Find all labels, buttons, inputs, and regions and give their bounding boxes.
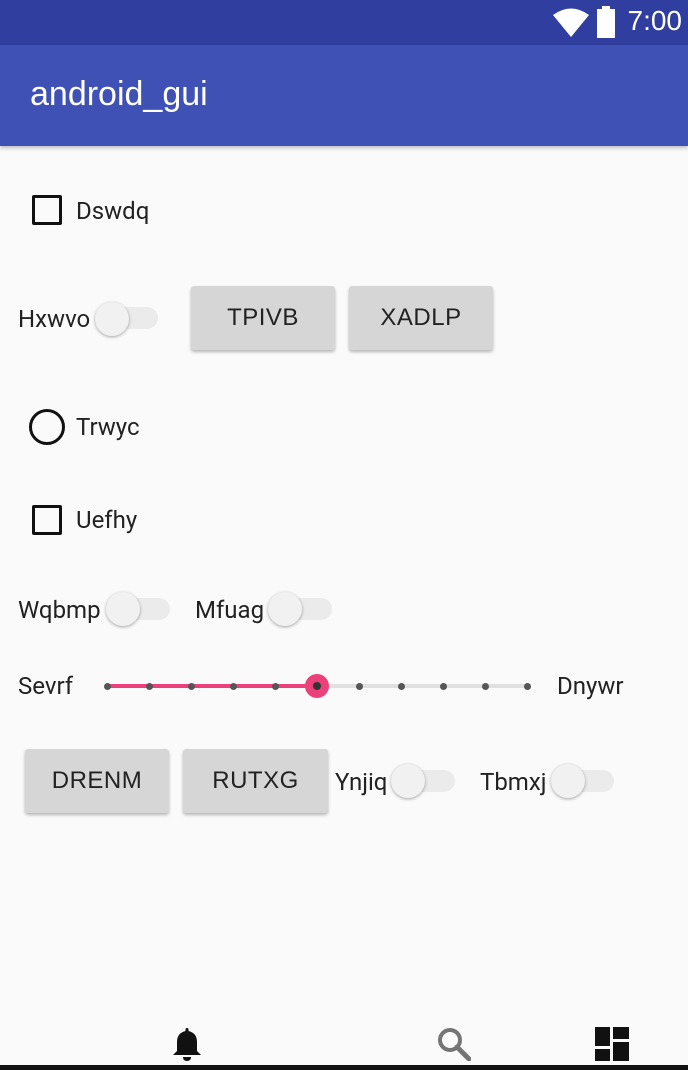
switch-wqbmp-label: Wqbmp: [18, 596, 101, 624]
dashboard-icon[interactable]: [595, 1027, 629, 1061]
seekbar-tick: [271, 682, 279, 690]
seekbar-progress: [107, 684, 317, 688]
radio-trwyc[interactable]: [29, 409, 65, 445]
switch-thumb: [391, 764, 425, 798]
switch-thumb: [95, 302, 129, 336]
notifications-icon[interactable]: [171, 1026, 203, 1062]
checkbox-uefhy[interactable]: [32, 505, 62, 535]
seekbar-tick: [187, 682, 195, 690]
switch-ynjiq-label: Ynjiq: [335, 768, 388, 796]
seekbar-tick: [229, 682, 237, 690]
seekbar-track: [317, 684, 527, 688]
seekbar-left-label: Sevrf: [18, 672, 74, 700]
checkbox-dswdq[interactable]: [32, 195, 62, 225]
button-xadlp[interactable]: XADLP: [349, 286, 493, 350]
checkbox-uefhy-label[interactable]: Uefhy: [76, 508, 137, 532]
seekbar-tick: [481, 682, 489, 690]
button-rutxg[interactable]: RUTXG: [183, 749, 328, 813]
switch-thumb: [551, 764, 585, 798]
app-bar: android_gui: [0, 45, 688, 146]
app-title: android_gui: [30, 75, 208, 113]
seekbar-tick: [523, 682, 531, 690]
status-time: 7:00: [627, 5, 683, 36]
seekbar-tick: [145, 682, 153, 690]
button-drenm[interactable]: DRENM: [25, 749, 169, 813]
switch-thumb: [106, 592, 140, 626]
switch-mfuag-label: Mfuag: [195, 596, 265, 624]
navigation-bar-edge: [0, 1065, 688, 1070]
button-tpivb[interactable]: TPIVB: [191, 286, 335, 350]
switch-tbmxj-label: Tbmxj: [480, 768, 547, 796]
seekbar-tick: [439, 682, 447, 690]
switch-hxwvo-label: Hxwvo: [18, 305, 91, 333]
search-icon[interactable]: [437, 1027, 471, 1061]
seekbar-tick: [103, 682, 111, 690]
wifi-icon: [553, 8, 589, 37]
radio-trwyc-label[interactable]: Trwyc: [76, 415, 140, 439]
seekbar-tick: [355, 682, 363, 690]
seekbar-thumb[interactable]: [305, 674, 329, 698]
battery-icon: [597, 6, 615, 38]
checkbox-dswdq-label[interactable]: Dswdq: [76, 199, 149, 223]
seekbar-tick: [397, 682, 405, 690]
seekbar-right-label: Dnywr: [557, 672, 624, 700]
status-bar: 7:00: [0, 0, 688, 45]
switch-thumb: [268, 592, 302, 626]
